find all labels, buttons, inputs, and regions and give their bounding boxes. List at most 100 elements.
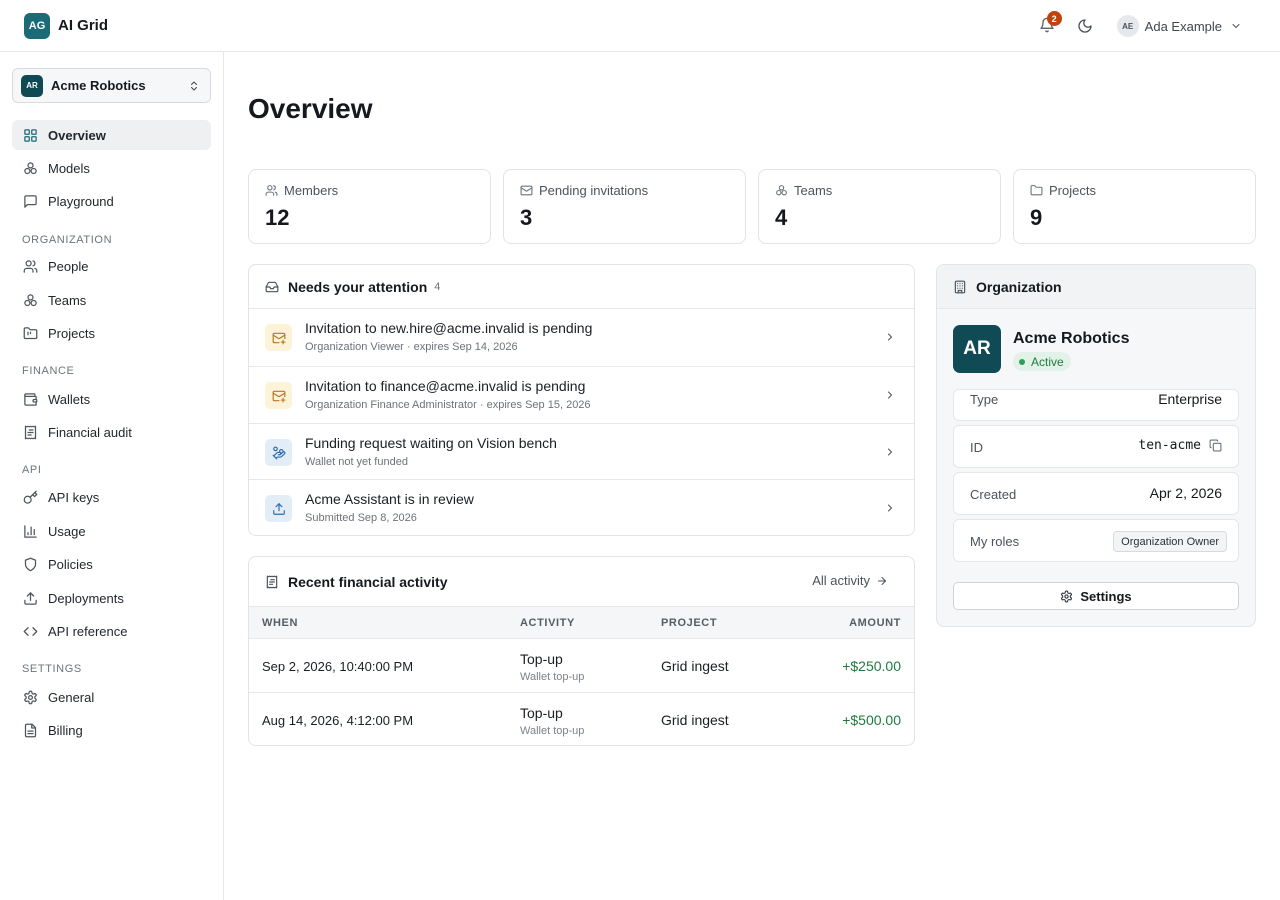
sidebar-item-api-keys[interactable]: API keys (12, 482, 211, 512)
sidebar-item-deployments[interactable]: Deployments (12, 583, 211, 613)
attention-header: Needs your attention 4 (249, 265, 914, 309)
chevron-right-icon (888, 504, 892, 512)
sidebar-item-general[interactable]: General (12, 682, 211, 712)
gear-icon (24, 690, 37, 704)
column-header-project: PROJECT (661, 617, 718, 629)
org-created-label: Created (970, 487, 1017, 502)
section-finance: FINANCE (22, 365, 75, 377)
org-id-row: ID ten-acme (953, 425, 1239, 468)
sidebar-item-people[interactable]: People (12, 251, 211, 281)
org-switcher-name: Acme Robotics (51, 78, 146, 93)
sidebar-item-label: Deployments (48, 590, 124, 606)
upload-icon (272, 502, 285, 515)
table-header: WHEN ACTIVITY PROJECT AMOUNT (249, 606, 914, 639)
brand[interactable]: AG AI Grid (24, 12, 108, 39)
attention-item[interactable]: Invitation to finance@acme.invalid is pe… (249, 366, 914, 423)
building-icon (954, 280, 966, 293)
status-text: Active (1031, 354, 1064, 369)
sidebar-item-label: Overview (48, 127, 106, 143)
sidebar-item-usage[interactable]: Usage (12, 516, 211, 546)
user-menu-button[interactable]: AE Ada Example (1116, 15, 1242, 37)
sidebar-item-models[interactable]: Models (12, 153, 211, 183)
sidebar-item-label: General (48, 689, 95, 705)
stat-value: 4 (775, 205, 788, 230)
stat-label: Projects (1049, 183, 1096, 198)
all-activity-link[interactable]: All activity (812, 573, 888, 588)
mail-icon (520, 185, 533, 196)
org-type-label: Type (970, 392, 999, 407)
notifications-button[interactable]: 2 (1039, 11, 1062, 35)
section-settings: SETTINGS (22, 663, 82, 675)
organization-header: Organization (937, 265, 1255, 309)
organization-card: Organization AR Acme Robotics Active Typ… (936, 264, 1256, 627)
sidebar-item-projects[interactable]: Projects (12, 318, 211, 348)
financial-activity-card: Recent financial activity All activity W… (248, 556, 915, 746)
org-roles-row: My roles Organization Owner (953, 519, 1239, 562)
org-settings-button[interactable]: Settings (953, 582, 1239, 610)
column-header-activity: ACTIVITY (520, 617, 575, 629)
sidebar-item-overview[interactable]: Overview (12, 120, 211, 150)
folder-icon (1030, 185, 1043, 196)
attention-item-title: Invitation to new.hire@acme.invalid is p… (305, 320, 593, 336)
attention-item-subtitle: Wallet not yet funded (305, 456, 408, 468)
sidebar-item-label: API reference (48, 623, 128, 639)
table-row[interactable]: Aug 14, 2026, 4:12:00 PM Top-up Wallet t… (249, 693, 914, 745)
attention-item[interactable]: Acme Assistant is in review Submitted Se… (249, 479, 914, 535)
org-type-row: Type Enterprise (953, 389, 1239, 421)
sidebar-item-label: Policies (48, 556, 93, 572)
inbox-icon (265, 281, 279, 292)
sidebar-item-playground[interactable]: Playground (12, 186, 211, 216)
sidebar-item-label: Wallets (48, 391, 91, 407)
user-name: Ada Example (1144, 18, 1222, 34)
chevron-down-icon (1232, 24, 1240, 28)
sidebar-item-label: Usage (48, 523, 86, 539)
attention-item[interactable]: Invitation to new.hire@acme.invalid is p… (249, 309, 914, 366)
theme-toggle-button[interactable] (1077, 18, 1093, 34)
chat-icon (24, 194, 37, 208)
attention-item-title: Funding request waiting on Vision bench (305, 435, 557, 451)
cell-activity-detail: Wallet top-up (520, 671, 585, 683)
shield-icon (24, 557, 37, 571)
sidebar-item-policies[interactable]: Policies (12, 549, 211, 579)
copy-icon[interactable] (1209, 439, 1222, 452)
sidebar-item-financial-audit[interactable]: Financial audit (12, 417, 211, 447)
sidebar-item-billing[interactable]: Billing (12, 715, 211, 745)
org-id-label: ID (970, 440, 983, 455)
sidebar-item-teams[interactable]: Teams (12, 285, 211, 315)
mail-plus-icon (272, 390, 285, 402)
attention-item-title: Invitation to finance@acme.invalid is pe… (305, 378, 586, 394)
financial-title: Recent financial activity (288, 573, 448, 590)
receipt-icon (266, 575, 278, 588)
table-row[interactable]: Sep 2, 2026, 10:40:00 PM Top-up Wallet t… (249, 639, 914, 693)
org-name: Acme Robotics (1013, 330, 1130, 347)
org-created-value: Apr 2, 2026 (1149, 485, 1222, 501)
attention-title: Needs your attention (288, 278, 428, 295)
column-header-when: WHEN (262, 617, 299, 629)
org-id-value: ten-acme (1138, 438, 1201, 453)
sidebar-item-label: API keys (48, 489, 100, 505)
key-icon (23, 490, 38, 504)
status-dot (1019, 358, 1025, 365)
notification-count-badge: 2 (1046, 11, 1062, 26)
attention-icon-tile (265, 495, 292, 522)
sidebar-item-label: Models (48, 160, 90, 176)
sidebar-item-label: People (48, 258, 89, 274)
attention-item[interactable]: Funding request waiting on Vision bench … (249, 423, 914, 480)
attention-item-title: Acme Assistant is in review (305, 491, 474, 507)
sidebar-item-wallets[interactable]: Wallets (12, 384, 211, 414)
org-switcher[interactable]: AR Acme Robotics (12, 68, 211, 103)
cubes-icon (24, 293, 37, 306)
financial-header: Recent financial activity All activity (249, 557, 914, 606)
chevron-right-icon (888, 333, 892, 341)
chevron-right-icon (888, 391, 892, 399)
attention-count: 4 (434, 280, 441, 293)
cell-when: Sep 2, 2026, 10:40:00 PM (262, 659, 414, 674)
role-badge: Organization Owner (1113, 531, 1227, 552)
org-avatar: AR (21, 74, 43, 97)
sidebar-item-api-reference[interactable]: API reference (12, 616, 211, 646)
page-title: Overview (248, 93, 373, 124)
attention-icon-tile (265, 439, 292, 466)
arrow-right-icon (878, 576, 886, 585)
org-avatar-large: AR (953, 325, 1001, 373)
top-bar: AG AI Grid 2 AE Ada Example (0, 0, 1280, 52)
